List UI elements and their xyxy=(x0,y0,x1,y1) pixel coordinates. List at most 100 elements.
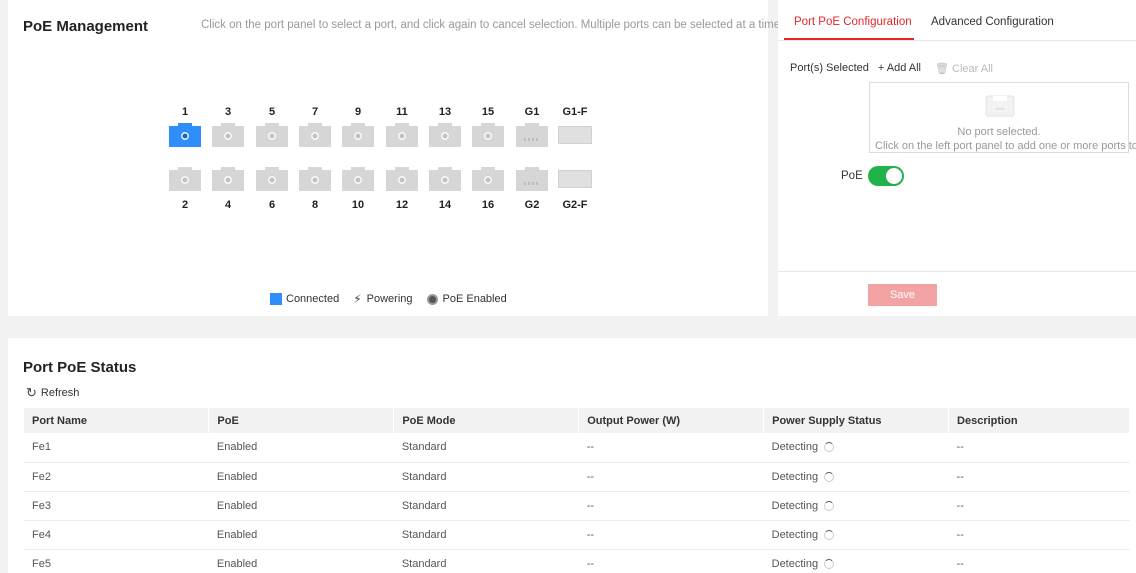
ethernet-port-icon xyxy=(516,123,548,147)
table-cell: Standard xyxy=(393,433,579,463)
loading-spinner-icon xyxy=(824,471,835,482)
table-cell: Fe1 xyxy=(24,433,209,463)
connected-swatch-icon xyxy=(270,293,282,305)
port-label-15: 15 xyxy=(481,106,495,118)
port-3[interactable] xyxy=(211,122,245,148)
add-all-button[interactable]: + Add All xyxy=(878,62,921,75)
cell-text: Detecting xyxy=(771,441,819,454)
column-header: Output Power (W) xyxy=(578,408,765,433)
lightning-icon: ⚡︎ xyxy=(353,292,362,306)
cell-text: Detecting xyxy=(771,470,819,483)
cell-text: -- xyxy=(956,499,964,512)
table-cell: -- xyxy=(948,491,1130,521)
port-13[interactable] xyxy=(428,122,462,148)
port-label-10: 10 xyxy=(351,199,365,211)
loading-spinner-icon xyxy=(824,529,835,540)
ports-selected-row: Port(s) Selected + Add All 🗑︎ Clear All xyxy=(790,62,993,75)
refresh-label: Refresh xyxy=(40,387,80,399)
cell-text: Enabled xyxy=(216,441,258,454)
cell-text: Fe1 xyxy=(32,441,51,454)
ethernet-port-icon xyxy=(516,167,548,191)
port-label-1: 1 xyxy=(181,106,189,118)
port-label-13: 13 xyxy=(438,106,452,118)
port-g1[interactable] xyxy=(515,122,549,148)
poe-status-table: Port Name PoE PoE Mode Output Power (W) Powe… xyxy=(24,408,1130,573)
port-2[interactable] xyxy=(168,166,202,192)
cell-text: Enabled xyxy=(216,499,258,512)
port-label-g2: G2 xyxy=(524,199,540,211)
table-cell: Fe5 xyxy=(24,549,209,573)
column-header: Description xyxy=(948,408,1130,433)
refresh-button[interactable]: ↻ Refresh xyxy=(26,385,79,401)
cell-text: Fe2 xyxy=(32,470,51,483)
status-title: Port PoE Status xyxy=(23,359,137,376)
table-cell: -- xyxy=(578,491,764,521)
save-button[interactable]: Save xyxy=(868,284,937,306)
port-14[interactable] xyxy=(428,166,462,192)
ethernet-port-icon xyxy=(386,123,418,147)
table-cell: -- xyxy=(578,462,764,492)
table-cell: -- xyxy=(578,433,764,463)
selected-ports-box: No port selected. Click on the left port… xyxy=(869,82,1136,153)
port-label-16: 16 xyxy=(481,199,495,211)
port-15[interactable] xyxy=(471,122,505,148)
table-body: Fe1 Enabled Standard -- Detecting -- Fe2 Enable… xyxy=(24,433,1130,573)
port-11[interactable] xyxy=(385,122,419,148)
port-4[interactable] xyxy=(211,166,245,192)
port-g1-f[interactable] xyxy=(558,126,592,144)
port-poe-status-panel: Port PoE Status ↻ Refresh Port Name PoE Po… xyxy=(8,338,1136,573)
cell-text: Enabled xyxy=(216,557,258,570)
port-label-2: 2 xyxy=(181,199,189,211)
loading-spinner-icon xyxy=(824,558,835,569)
table-cell: Enabled xyxy=(208,433,394,463)
cell-text: Enabled xyxy=(216,470,258,483)
port-label-3: 3 xyxy=(224,106,232,118)
port-10[interactable] xyxy=(341,166,375,192)
empty-port-icon xyxy=(985,95,1015,117)
port-label-9: 9 xyxy=(354,106,362,118)
table-cell: Detecting xyxy=(763,433,949,463)
clear-all-button[interactable]: 🗑︎ Clear All xyxy=(935,62,993,75)
port-8[interactable] xyxy=(298,166,332,192)
port-panel: 1 3 5 7 9 11 13 15 G1 G1-F 2 4 6 8 10 12 14 16 G2 G2-F xyxy=(168,106,608,216)
poe-toggle[interactable] xyxy=(868,166,904,186)
port-1[interactable] xyxy=(168,122,202,148)
cell-text: Fe3 xyxy=(32,499,51,512)
port-label-7: 7 xyxy=(311,106,319,118)
selection-hint: Click on the port panel to select a port… xyxy=(201,19,784,31)
port-g2-f[interactable] xyxy=(558,170,592,188)
ethernet-port-icon xyxy=(169,167,201,191)
ethernet-port-icon xyxy=(386,167,418,191)
port-5[interactable] xyxy=(255,122,289,148)
cell-text: Standard xyxy=(401,528,447,541)
cell-text: Standard xyxy=(401,499,447,512)
port-g2[interactable] xyxy=(515,166,549,192)
loading-spinner-icon xyxy=(824,500,835,511)
port-label-5: 5 xyxy=(268,106,276,118)
table-header-row: Port Name PoE PoE Mode Output Power (W) Powe… xyxy=(24,408,1130,433)
ethernet-port-icon xyxy=(472,167,504,191)
cell-text: Detecting xyxy=(771,499,819,512)
tab-port-poe-configuration[interactable]: Port PoE Configuration xyxy=(794,16,912,28)
port-12[interactable] xyxy=(385,166,419,192)
table-cell: Standard xyxy=(393,462,579,492)
cell-text: Standard xyxy=(401,441,447,454)
port-label-12: 12 xyxy=(395,199,409,211)
trash-icon: 🗑︎ xyxy=(935,63,949,75)
table-cell: Detecting xyxy=(763,549,949,573)
ethernet-port-icon xyxy=(256,123,288,147)
legend-poe-enabled: PoE Enabled xyxy=(426,293,507,305)
config-tabs: Port PoE Configuration Advanced Configur… xyxy=(778,0,1136,41)
tab-advanced-configuration[interactable]: Advanced Configuration xyxy=(931,16,1054,28)
column-header: PoE Mode xyxy=(393,408,580,433)
ethernet-port-icon xyxy=(299,167,331,191)
port-6[interactable] xyxy=(255,166,289,192)
divider xyxy=(778,271,1136,272)
port-9[interactable] xyxy=(341,122,375,148)
ethernet-port-icon xyxy=(212,123,244,147)
port-16[interactable] xyxy=(471,166,505,192)
port-7[interactable] xyxy=(298,122,332,148)
port-label-g1: G1 xyxy=(524,106,540,118)
column-header: Power Supply Status xyxy=(763,408,950,433)
table-cell: Standard xyxy=(393,549,579,573)
